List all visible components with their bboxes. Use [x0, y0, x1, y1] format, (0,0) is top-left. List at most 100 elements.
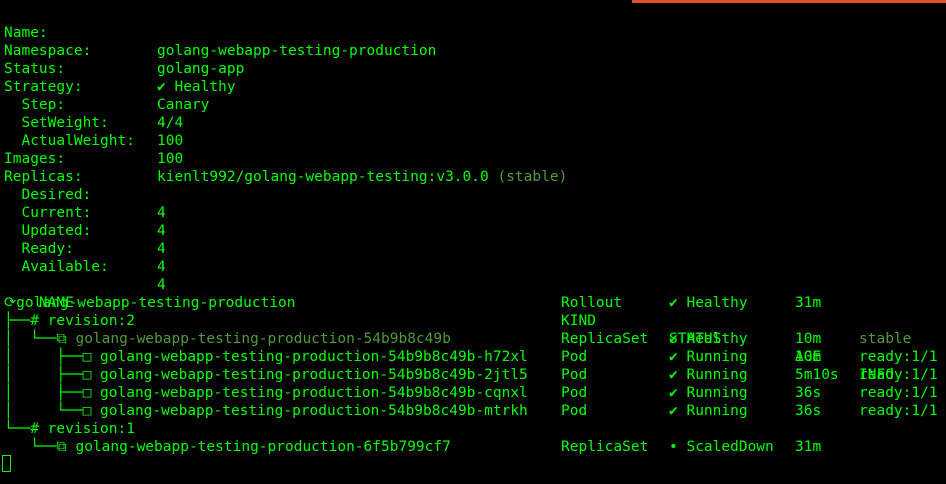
summary-actualweight-row: ActualWeight: 100 [4, 114, 183, 167]
table-row[interactable]: └──# revision:1 [4, 420, 944, 438]
row-status: ✔ Running [669, 366, 748, 384]
row-status-text: ScaledDown [686, 439, 774, 455]
tree-branch-icon: │ ├──□ [4, 385, 101, 401]
table-header: NAME KIND STATUS AGE INFO [4, 276, 944, 383]
row-age: 36s [795, 403, 822, 419]
table-row[interactable]: │ ├──□ golang-webapp-testing-production-… [4, 384, 944, 402]
row-name-cell: │ ├──□ golang-webapp-testing-production-… [4, 367, 528, 383]
check-icon: ✔ [669, 367, 678, 383]
row-info: ready:1/1 [859, 385, 938, 401]
row-name: golang-webapp-testing-production-54b9b8c… [75, 331, 451, 347]
row-kind: Pod [561, 403, 588, 419]
table-row[interactable]: └──⧉ golang-webapp-testing-production-6f… [4, 438, 944, 456]
row-name-cell: └──⧉ golang-webapp-testing-production-6f… [4, 439, 451, 455]
row-name-cell: ⟳golang-webapp-testing-production [4, 295, 296, 311]
row-age: 31m [795, 295, 822, 311]
summary-step-row: Step: 4/4 [4, 78, 183, 131]
row-status-text: Healthy [686, 331, 748, 347]
row-kind: Pod [561, 367, 588, 383]
check-icon: ✔ [669, 385, 678, 401]
row-age: 10m [795, 331, 822, 347]
row-info: ready:1/1 [859, 349, 938, 365]
row-status-text: Running [686, 367, 748, 383]
summary-ready-row: Ready: 4 [4, 222, 165, 275]
status-value: Healthy [174, 79, 236, 95]
summary-setweight-row: SetWeight: 100 [4, 96, 183, 149]
check-icon: ✔ [669, 331, 678, 347]
row-kind: Rollout [561, 295, 623, 311]
table-row[interactable]: ⟳golang-webapp-testing-production Rollout… [4, 294, 944, 312]
tree-branch-icon: └──⧉ [4, 439, 76, 455]
images-value-group: kienlt992/golang-webapp-testing:v3.0.0 (… [157, 168, 567, 186]
row-name: revision:1 [47, 421, 135, 437]
images-value: kienlt992/golang-webapp-testing:v3.0.0 [157, 169, 489, 185]
row-status: ✔ Running [669, 348, 748, 366]
current-value: 4 [157, 223, 166, 239]
row-kind: ReplicaSet [561, 331, 649, 347]
summary-current-row: Current: 4 [4, 186, 165, 239]
table-row[interactable]: │ ├──□ golang-webapp-testing-production-… [4, 366, 944, 384]
tree-branch-icon: ├──# [4, 313, 48, 329]
row-status-text: Running [686, 349, 748, 365]
row-status-text: Running [686, 403, 748, 419]
desired-value: 4 [157, 205, 166, 221]
row-status: ✔ Running [669, 384, 748, 402]
row-status: ✔ Healthy [669, 294, 748, 312]
name-value: golang-webapp-testing-production [157, 43, 437, 59]
summary-available-row: Available: 4 [4, 240, 165, 293]
summary-images-row: Images: kienlt992/golang-webapp-testing:… [4, 132, 567, 185]
row-name: golang-webapp-testing-production-54b9b8c… [100, 403, 528, 419]
row-age: 31m [795, 439, 822, 455]
row-name: golang-webapp-testing-production [16, 295, 296, 311]
terminal-cursor [2, 455, 11, 472]
row-name: golang-webapp-testing-production-54b9b8c… [100, 367, 528, 383]
row-name: golang-webapp-testing-production-6f5b799… [75, 439, 451, 455]
row-kind: ReplicaSet [561, 439, 649, 455]
summary-name-row: Name: golang-webapp-testing-production [4, 6, 436, 59]
check-icon: ✔ [669, 403, 678, 419]
step-value: 4/4 [157, 115, 184, 131]
row-kind: Pod [561, 349, 588, 365]
namespace-value: golang-app [157, 61, 245, 77]
row-name-cell: │ └──⧉ golang-webapp-testing-production-… [4, 331, 451, 347]
table-row[interactable]: ├──# revision:2 [4, 312, 944, 330]
row-name: golang-webapp-testing-production-54b9b8c… [100, 349, 528, 365]
row-age: 36s [795, 385, 822, 401]
row-info: ready:1/1 [859, 367, 938, 383]
row-status: • ScaledDown [669, 438, 774, 456]
updated-value: 4 [157, 241, 166, 257]
tree-branch-icon: │ └──□ [4, 403, 101, 419]
tree-branch-icon: ⟳ [4, 295, 17, 311]
actualweight-value: 100 [157, 151, 184, 167]
row-status-text: Healthy [686, 295, 748, 311]
tree-branch-icon: │ ├──□ [4, 349, 101, 365]
summary-updated-row: Updated: 4 [4, 204, 165, 257]
row-status: ✔ Healthy [669, 330, 748, 348]
table-row[interactable]: │ ├──□ golang-webapp-testing-production-… [4, 348, 944, 366]
strategy-value: Canary [157, 97, 210, 113]
status-value-group: ✔ Healthy [157, 78, 236, 96]
row-name: revision:2 [47, 313, 135, 329]
images-tag: (stable) [497, 169, 568, 185]
summary-status-row: Status: ✔ Healthy [4, 42, 236, 95]
bullet-icon: • [669, 439, 678, 455]
row-info: ready:1/1 [859, 403, 938, 419]
table-row[interactable]: │ └──⧉ golang-webapp-testing-production-… [4, 330, 944, 348]
row-status: ✔ Running [669, 402, 748, 420]
row-name: golang-webapp-testing-production-54b9b8c… [100, 385, 528, 401]
row-name-cell: │ └──□ golang-webapp-testing-production-… [4, 403, 528, 419]
summary-replicas-row: Replicas: [4, 150, 83, 185]
ready-value: 4 [157, 259, 166, 275]
row-info: stable [859, 331, 912, 347]
check-icon: ✔ [669, 295, 678, 311]
row-status-text: Running [686, 385, 748, 401]
row-name-cell: ├──# revision:2 [4, 313, 135, 329]
available-label: Available: [4, 259, 109, 275]
check-icon: ✔ [157, 79, 166, 95]
table-row[interactable]: │ └──□ golang-webapp-testing-production-… [4, 402, 944, 420]
summary-strategy-row: Strategy: Canary [4, 60, 209, 113]
row-name-cell: │ ├──□ golang-webapp-testing-production-… [4, 349, 528, 365]
row-age: 10m [795, 349, 822, 365]
row-name-cell: └──# revision:1 [4, 421, 135, 437]
tree-branch-icon: │ ├──□ [4, 367, 101, 383]
